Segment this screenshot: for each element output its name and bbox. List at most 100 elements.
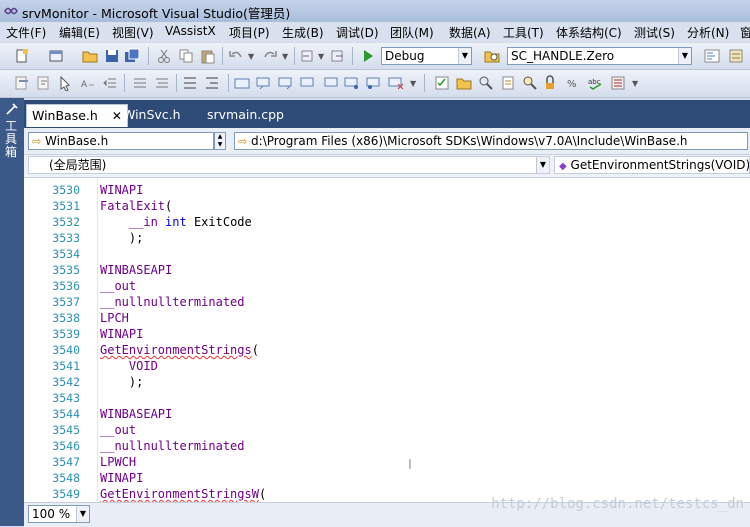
code-line: 3547 LPWCH [24,454,724,470]
next-bookmark-in-folder-icon[interactable] [322,75,338,91]
code-line: 3540 GetEnvironmentStrings( [24,342,724,358]
toolbar-separator [176,74,177,92]
file-navigation-bar: ⇨ WinBase.h ▲ ▼ ⇨ d:\Program Files (x86)\… [24,128,750,155]
tab-winsvc-h[interactable]: WinSvc.h [118,104,186,126]
code-line: 3545 __out [24,422,724,438]
menu-vassistx[interactable]: VAssistX [165,24,216,38]
start-debugging-icon[interactable] [360,48,376,64]
find-symbol-icon[interactable] [478,75,494,91]
visual-assist-options-icon[interactable] [610,75,626,91]
quick-info-icon[interactable] [58,75,74,91]
menu-test[interactable]: 测试(S) [634,24,675,41]
tab-winbase-h[interactable]: WinBase.h ✕ [26,104,128,127]
uncomment-lines-icon[interactable] [154,75,170,91]
save-all-icon[interactable] [124,48,140,64]
find-references-icon[interactable] [522,75,538,91]
member-select[interactable]: ◆ GetEnvironmentStrings(VOID) [554,156,750,174]
line-number: 3546 [52,439,80,453]
previous-bookmark-icon[interactable] [256,75,272,91]
method-icon: ◆ [559,161,567,172]
tab-srvmain-cpp[interactable]: srvmain.cpp [202,104,289,126]
path-select[interactable]: ⇨ d:\Program Files (x86)\Microsoft SDKs\… [234,132,748,150]
complete-word-icon[interactable]: A [80,75,96,91]
redo-icon[interactable] [262,48,278,64]
undo-dropdown-arrow-icon[interactable]: ▼ [248,52,254,61]
menu-build[interactable]: 生成(B) [282,24,324,41]
display-object-member-list-icon[interactable] [14,75,30,91]
menu-tools[interactable]: 工具(T) [503,24,544,41]
text-cursor-icon: I [408,458,412,473]
chevron-down-icon[interactable]: ▼ [678,48,691,64]
code-line: 3531 FatalExit( [24,198,724,214]
code-token: __out [100,279,137,293]
menu-architecture[interactable]: 体系结构(C) [556,24,622,41]
scope-select[interactable]: (全局范围) ▼ [28,156,550,174]
code-token: WINBASEAPI [100,263,173,277]
code-editor[interactable]: 3530 WINAPI 3531 FatalExit(3532 __in int Ex… [24,178,750,502]
menu-edit[interactable]: 编辑(E) [59,24,100,41]
decrease-indent-icon[interactable] [102,75,118,91]
line-number: 3531 [52,199,80,213]
save-icon[interactable] [104,48,120,64]
find-box-select[interactable]: SC_HANDLE.Zero ▼ [507,47,692,65]
file-spinner[interactable]: ▲ ▼ [214,132,226,150]
cut-icon[interactable] [156,48,172,64]
menu-file[interactable]: 文件(F) [6,24,46,41]
paste-icon[interactable] [200,48,216,64]
properties-window-icon[interactable] [728,48,744,64]
find-in-files-icon[interactable] [484,48,500,64]
menu-debug[interactable]: 调试(D) [336,24,379,41]
solution-explorer-icon[interactable] [704,48,720,64]
code-text: GetEnvironmentStrings( [100,342,259,358]
previous-bookmark-in-document-icon[interactable] [344,75,360,91]
navigate-forward-icon[interactable] [330,48,346,64]
line-number: 3545 [52,423,80,437]
open-folder-icon[interactable] [456,75,472,91]
chevron-down-icon[interactable]: ▼ [458,48,471,64]
toolbar-separator [222,47,223,65]
format-selection-icon[interactable] [182,75,198,91]
next-bookmark-in-document-icon[interactable] [366,75,382,91]
file-select[interactable]: ⇨ WinBase.h [28,132,214,150]
copy-icon[interactable] [178,48,194,64]
next-bookmark-icon[interactable] [278,75,294,91]
undo-icon[interactable] [228,48,244,64]
toolbar-options-arrow-icon[interactable]: ▼ [410,79,416,88]
comment-out-lines-icon[interactable] [132,75,148,91]
toolbox-label[interactable]: 工具箱 [5,120,19,159]
code-line: 3534 [24,246,724,262]
spelling-abc-icon[interactable]: abc [588,75,604,91]
task-list-icon[interactable] [434,75,450,91]
goto-definition-icon[interactable] [544,75,560,91]
add-item-icon[interactable] [48,48,64,64]
toolbox-tools-icon[interactable] [5,102,19,116]
toolbar-options-arrow-icon[interactable]: ▼ [632,79,638,88]
code-token: __out [100,423,137,437]
clear-bookmarks-icon[interactable] [388,75,404,91]
outdent-icon[interactable] [204,75,220,91]
parameter-info-icon[interactable] [36,75,52,91]
menu-view[interactable]: 视图(V) [112,24,154,41]
line-number: 3540 [52,343,80,357]
open-file-in-solution-icon[interactable] [500,75,516,91]
previous-bookmark-in-folder-icon[interactable] [300,75,316,91]
navigate-dropdown-arrow-icon[interactable]: ▼ [318,52,324,61]
zoom-select[interactable]: 100 % ▼ [28,505,90,523]
menu-window[interactable]: 窗 [740,24,750,41]
open-file-icon[interactable] [82,48,98,64]
menu-team[interactable]: 团队(M) [390,24,434,41]
chevron-down-icon[interactable]: ▼ [536,157,549,173]
toggle-bookmark-icon[interactable] [234,75,250,91]
new-project-icon[interactable] [14,48,30,64]
code-line: 3533 ); [24,230,724,246]
navigate-backward-icon[interactable] [300,48,316,64]
redo-dropdown-arrow-icon[interactable]: ▼ [282,52,288,61]
menu-project[interactable]: 项目(P) [229,24,270,41]
svg-text:%: % [567,79,577,90]
menu-data[interactable]: 数据(A) [449,24,491,41]
spell-check-icon[interactable]: % [566,75,582,91]
solution-configuration-select[interactable]: Debug ▼ [381,47,472,65]
chevron-down-icon[interactable]: ▼ [76,506,89,522]
menu-analyze[interactable]: 分析(N) [687,24,729,41]
toolbox-panel[interactable]: 工具箱 [0,98,24,526]
